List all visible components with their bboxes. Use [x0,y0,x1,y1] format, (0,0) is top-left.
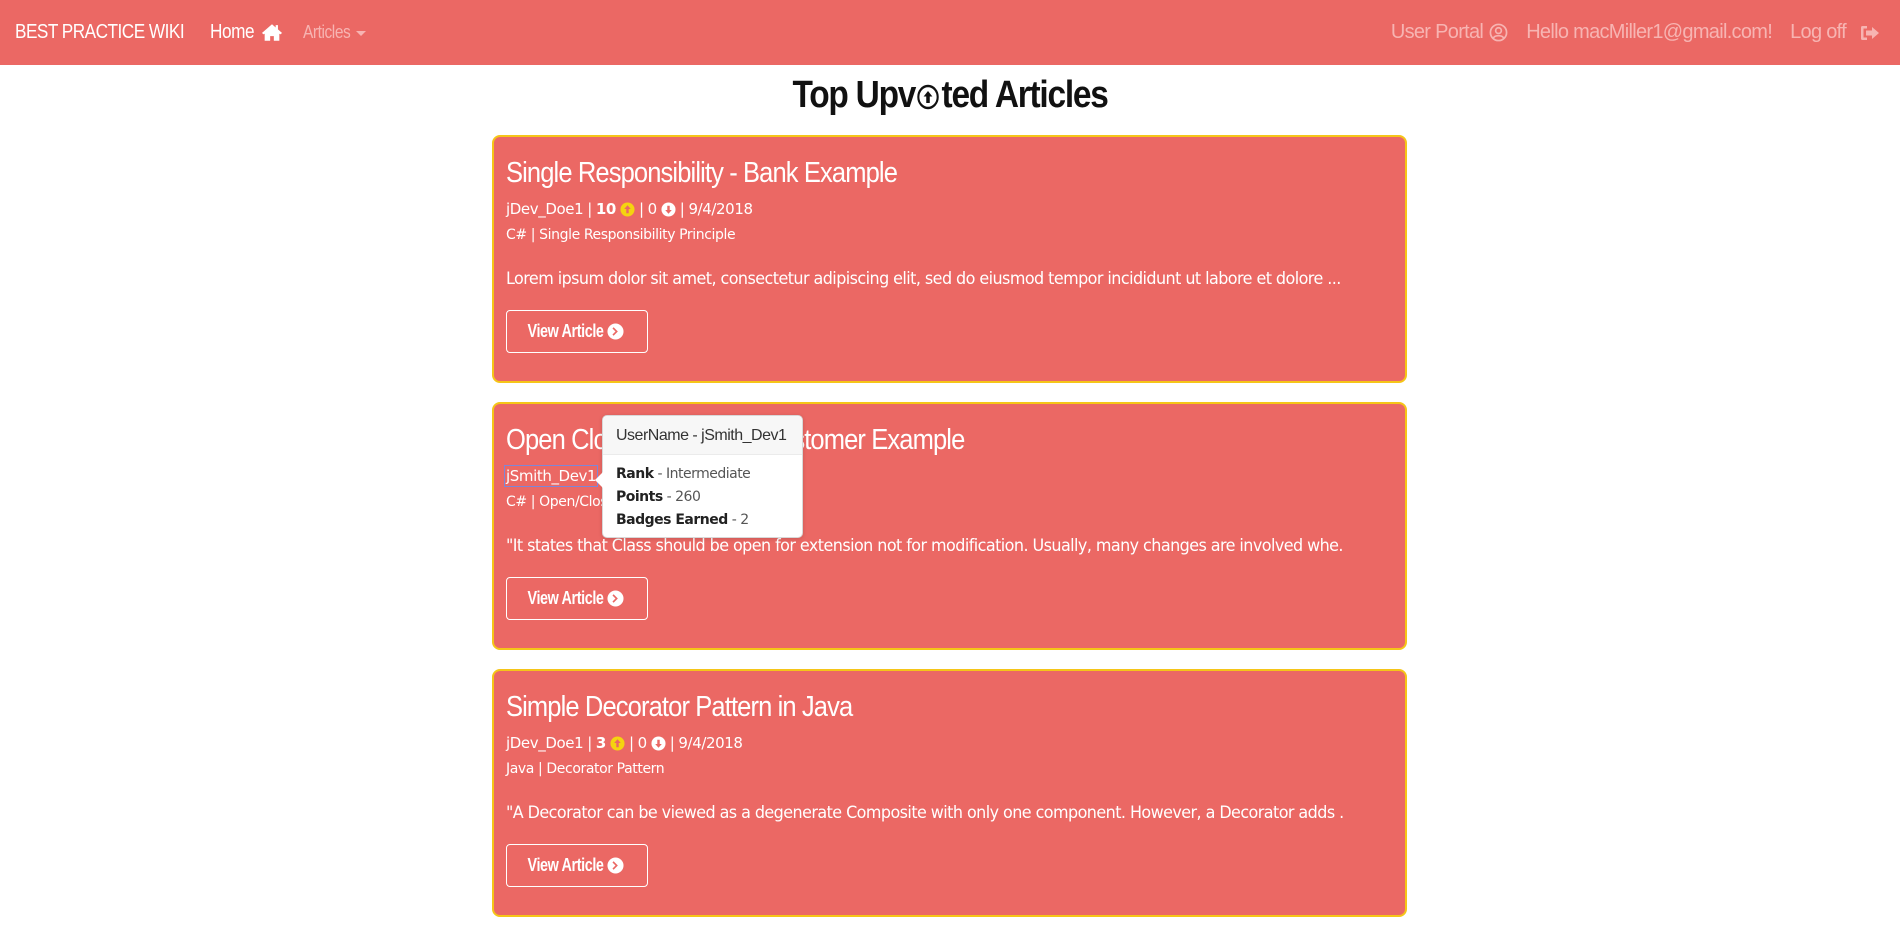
user-portal-link[interactable]: User Portal [1391,21,1508,44]
article-excerpt: "A Decorator can be viewed as a degenera… [506,803,1343,823]
article-category: Single Responsibility Principle [539,227,736,243]
popover-badges-row: Badges Earned - 2 [616,509,789,532]
chevron-circle-right-icon [607,857,624,874]
article-meta: jDev_Doe1 | 3 | 0 | 9/4/2018 [506,734,743,752]
sign-out-icon [1861,25,1879,40]
separator: | [587,200,592,218]
article-language: C# [506,494,527,510]
view-article-label: View Article [527,855,605,875]
upvote-count: 10 [595,200,616,218]
downvote-count: 0 [647,200,658,218]
article-author[interactable]: jDev_Doe1 [506,734,584,752]
nav-home-link[interactable]: Home [210,0,283,65]
article-date: 9/4/2018 [688,200,753,218]
separator: | [628,734,634,752]
downvote-icon[interactable] [651,735,666,751]
greeting-link[interactable]: Hello macMiller1@gmail.com! [1526,21,1773,44]
article-language: C# [506,227,527,243]
popover-rank-label: Rank [616,466,654,482]
separator: | [669,734,675,752]
article-language: Java [506,761,534,777]
popover-badges-label: Badges Earned [616,512,728,528]
navbar: BEST PRACTICE WIKI Home Articles User Po… [0,0,1900,65]
view-article-label: View Article [527,321,605,341]
page-title-part2: ted Articles [941,74,1108,116]
article-meta: jSmith_Dev1 | [503,465,609,487]
page-title-part1: Top Upv [792,74,916,116]
separator: | [679,200,685,218]
popover-rank-row: Rank - Intermediate [616,463,789,486]
popover-header: UserName - jSmith_Dev1 [603,416,802,455]
user-portal-label: User Portal [1390,21,1484,43]
greeting-text: Hello macMiller1@gmail.com! [1526,21,1773,43]
logoff-link[interactable]: Log off [1790,21,1880,44]
arrow-circle-up-icon [917,84,940,109]
view-article-label: View Article [527,588,605,608]
view-article-button[interactable]: View Article [506,310,648,353]
article-tags: C# | Single Responsibility Principle [506,227,736,243]
user-circle-icon [1489,23,1508,42]
chevron-circle-right-icon [607,590,624,607]
popover-body: Rank - Intermediate Points - 260 Badges … [603,455,802,540]
view-article-button[interactable]: View Article [506,844,648,887]
brand-logo[interactable]: BEST PRACTICE WIKI [15,0,185,65]
separator: | [530,227,540,243]
article-meta: jDev_Doe1 | 10 | 0 | 9/4/2018 [506,200,753,218]
home-icon [262,24,283,41]
article-card: Single Responsibility - Bank Example jDe… [492,135,1407,383]
popover-badges-value: - 2 [727,512,749,528]
article-author[interactable]: jSmith_Dev1 [503,465,599,487]
nav-home-label: Home [210,21,255,43]
page-title: Top Upv ted Articles [0,74,1900,117]
article-date: 9/4/2018 [678,734,743,752]
upvote-count: 3 [595,734,606,752]
separator: | [638,200,644,218]
article-card: Simple Decorator Pattern in Java jDev_Do… [492,669,1407,917]
downvote-count: 0 [637,734,648,752]
downvote-icon[interactable] [661,201,676,217]
separator: | [587,734,592,752]
article-title[interactable]: Simple Decorator Pattern in Java [506,691,853,724]
logoff-label: Log off [1790,21,1847,43]
nav-articles-label: Articles [303,22,351,42]
article-category: Decorator Pattern [546,761,665,777]
popover-points-value: - 260 [662,489,701,505]
nav-right-group: User Portal Hello macMiller1@gmail.com! … [1391,0,1880,65]
article-tags: Java | Decorator Pattern [506,761,665,777]
nav-articles-dropdown[interactable]: Articles [303,0,367,65]
article-title[interactable]: Single Responsibility - Bank Example [506,157,898,190]
upvote-icon[interactable] [620,201,635,217]
caret-down-icon [356,31,367,36]
separator: | [530,494,540,510]
user-popover: UserName - jSmith_Dev1 Rank - Intermedia… [595,415,803,540]
popover-points-row: Points - 260 [616,486,789,509]
chevron-circle-right-icon [607,323,624,340]
popover-points-label: Points [616,489,663,505]
article-excerpt: Lorem ipsum dolor sit amet, consectetur … [506,269,1341,289]
article-author[interactable]: jDev_Doe1 [506,200,584,218]
popover-rank-value: - Intermediate [653,466,751,482]
upvote-icon[interactable] [610,735,625,751]
view-article-button[interactable]: View Article [506,577,648,620]
